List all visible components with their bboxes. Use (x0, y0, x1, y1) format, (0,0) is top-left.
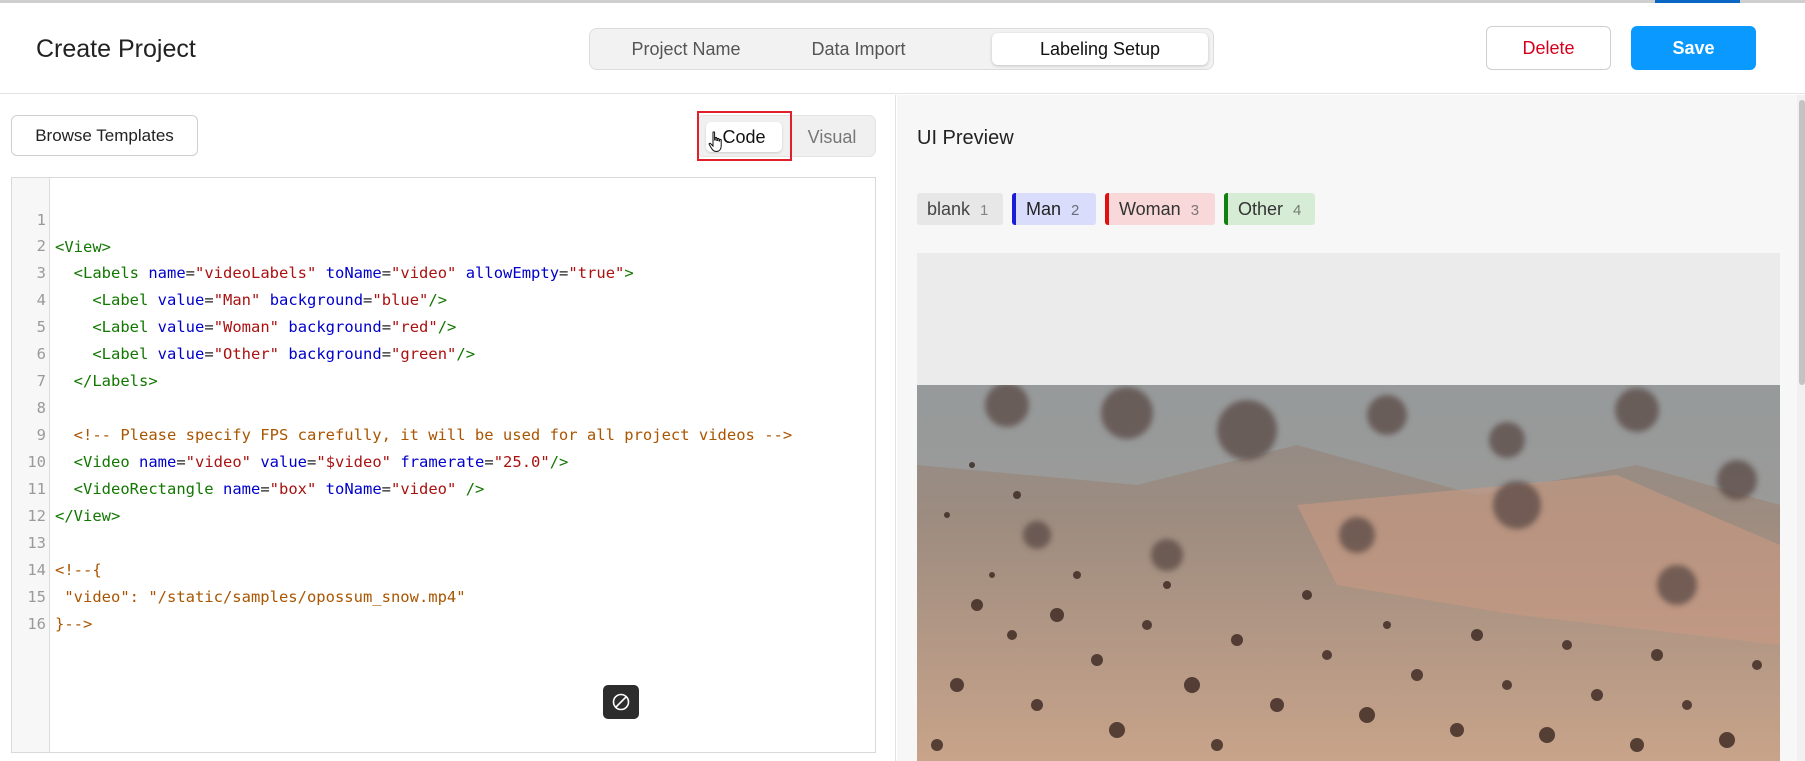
code-line: 15 }--> (12, 557, 92, 633)
labeling-config-panel: Browse Templates Code Visual 1 <View> 2 … (0, 95, 896, 761)
code-text: "video": "/static/samples/opossum_snow.m… (55, 588, 466, 606)
code-line: 10 <VideoRectangle name="box" toName="vi… (12, 422, 484, 498)
code-line: 4 <Label value="Woman" background="red"/… (12, 260, 457, 336)
visual-view-button[interactable]: Visual (794, 122, 870, 152)
scrollbar-thumb[interactable] (1799, 100, 1805, 385)
ui-preview-title: UI Preview (917, 127, 1014, 149)
label-hotkey: 3 (1190, 202, 1200, 219)
code-line: 3 <Label value="Man" background="blue"/> (12, 233, 447, 309)
code-line: 8 <!-- Please specify FPS carefully, it … (12, 368, 793, 444)
tab-project-name[interactable]: Project Name (606, 33, 766, 65)
prohibit-icon (612, 693, 630, 711)
code-line: 6 </Labels> (12, 314, 158, 390)
code-line: 16 (12, 584, 68, 633)
code-line: 9 <Video name="video" value="$video" fra… (12, 395, 569, 471)
label-chip-man[interactable]: Man 2 (1012, 193, 1096, 225)
delete-button[interactable]: Delete (1486, 26, 1611, 70)
code-line: 11 </View> (12, 449, 120, 525)
ui-preview-panel: UI Preview blank 1 Man 2 Woman 3 Other 4 (897, 95, 1805, 761)
code-line: 13 <!--{ (12, 503, 101, 579)
page-header: Create Project Project Name Data Import … (0, 3, 1805, 94)
label-chip-other[interactable]: Other 4 (1224, 193, 1315, 225)
video-player[interactable] (917, 253, 1780, 761)
code-text: <Labels name="videoLabels" toName="video… (55, 264, 634, 282)
hand-cursor-icon (708, 131, 722, 153)
page-title: Create Project (36, 35, 196, 63)
label-hotkey: 1 (980, 202, 989, 219)
code-line: 5 <Label value="Other" background="green… (12, 287, 475, 363)
code-text: <Label value="Other" background="green"/… (55, 345, 476, 363)
browse-templates-button[interactable]: Browse Templates (11, 115, 198, 156)
tab-data-import[interactable]: Data Import (776, 33, 941, 65)
label-chip-text: Man (1026, 199, 1062, 219)
code-line: 7 (12, 341, 68, 390)
code-text: <!-- Please specify FPS carefully, it wi… (55, 426, 793, 444)
disable-floating-button[interactable] (603, 685, 639, 719)
code-line: 12 (12, 476, 68, 525)
label-chip-woman[interactable]: Woman 3 (1105, 193, 1215, 225)
save-button[interactable]: Save (1631, 26, 1756, 70)
code-text: <Label value="Woman" background="red"/> (55, 318, 457, 336)
project-stepper: Project Name Data Import Labeling Setup (589, 28, 1214, 70)
label-chip-text: Woman (1119, 199, 1181, 219)
label-chip-text: blank (927, 199, 971, 219)
code-line: 14 "video": "/static/samples/opossum_sno… (12, 530, 465, 606)
code-text: </Labels> (55, 372, 158, 390)
video-frame (917, 385, 1780, 761)
line-number: 16 (27, 615, 46, 633)
code-line: 2 <Labels name="videoLabels" toName="vid… (12, 206, 634, 282)
label-chip-text: Other (1238, 199, 1284, 219)
label-hotkey: 4 (1293, 202, 1302, 219)
label-hotkey: 2 (1071, 202, 1080, 219)
label-chip-blank[interactable]: blank 1 (917, 193, 1003, 225)
code-text: <VideoRectangle name="box" toName="video… (55, 480, 485, 498)
tab-labeling-setup[interactable]: Labeling Setup (992, 33, 1208, 65)
code-text: <Label value="Man" background="blue"/> (55, 291, 448, 309)
code-line: 1 <View> (12, 180, 111, 256)
code-editor[interactable]: 1 <View> 2 <Labels name="videoLabels" to… (11, 177, 876, 753)
code-text: <Video name="video" value="$video" frame… (55, 453, 569, 471)
